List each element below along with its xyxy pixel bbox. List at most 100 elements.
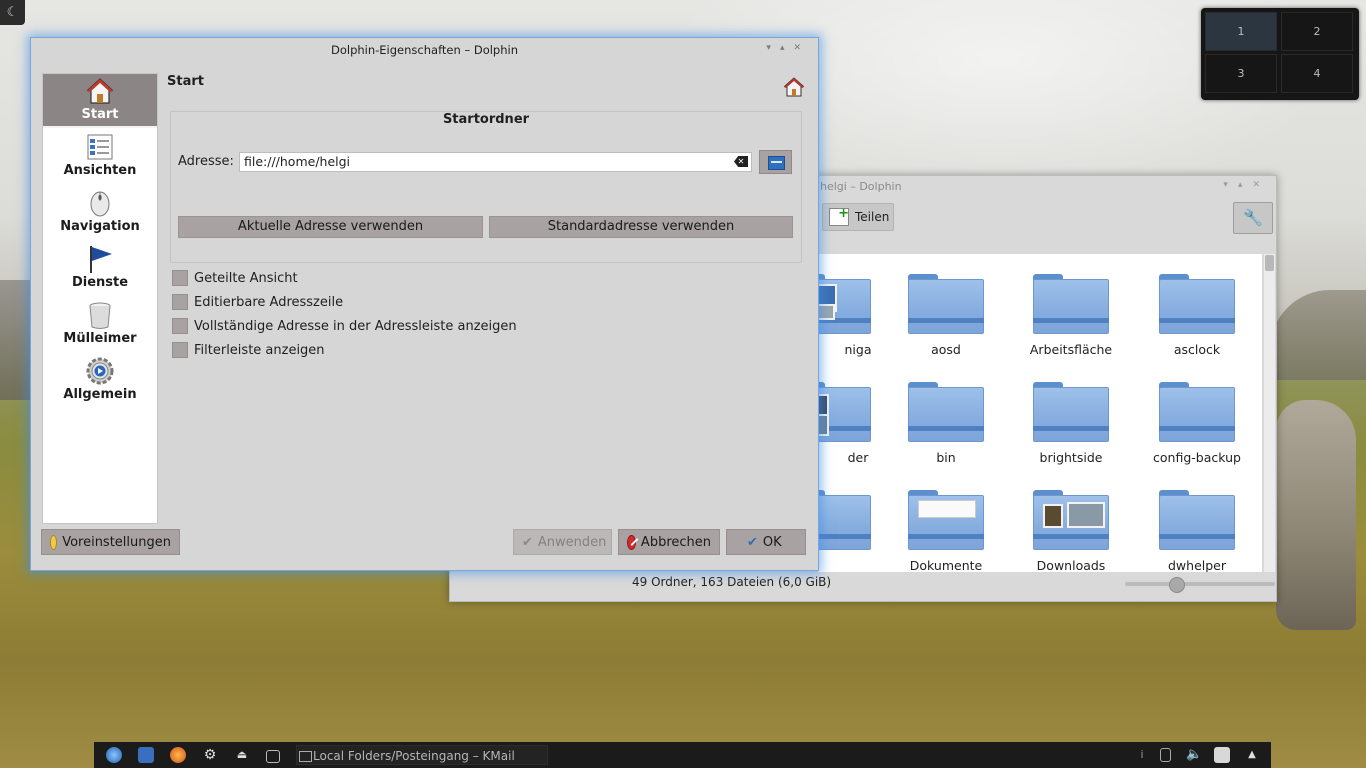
properties-dialog: Dolphin-Eigenschaften – Dolphin ▾▴✕ Star…: [30, 37, 819, 571]
desktop-pager: 1 2 3 4: [1201, 8, 1359, 100]
file-manager-icon[interactable]: [138, 747, 154, 763]
filter-bar-checkbox[interactable]: Filterleiste anzeigen: [172, 340, 325, 360]
folder-item[interactable]: dwhelper: [1137, 490, 1257, 572]
folder-item[interactable]: asclock: [1137, 274, 1257, 357]
firefox-icon[interactable]: [170, 747, 186, 763]
browser-icon[interactable]: [106, 747, 122, 763]
folder-icon: [1033, 490, 1109, 550]
sidebar-item-ansichten[interactable]: Ansichten: [43, 130, 157, 180]
folder-icon: [1159, 382, 1235, 442]
wrench-icon: 🔧: [1243, 208, 1263, 227]
window-icon: [299, 751, 312, 762]
mouse-icon: [90, 191, 110, 217]
check-icon: ✔: [522, 534, 533, 550]
folder-icon: [768, 156, 785, 170]
file-view-scrollbar[interactable]: [1264, 254, 1275, 572]
home-icon: [783, 77, 805, 97]
checkbox[interactable]: [172, 294, 188, 310]
pager-desktop-3[interactable]: 3: [1205, 54, 1277, 93]
checkbox[interactable]: [172, 270, 188, 286]
full-path-checkbox[interactable]: Vollständige Adresse in der Adressleiste…: [172, 316, 517, 336]
folder-icon: [908, 490, 984, 550]
check-icon: ✔: [747, 534, 758, 550]
browse-folder-button[interactable]: [759, 150, 792, 174]
apply-button[interactable]: ✔ Anwenden: [513, 529, 612, 555]
editable-location-checkbox[interactable]: Editierbare Adresszeile: [172, 292, 343, 312]
folder-icon: [818, 382, 871, 442]
dolphin-window-controls[interactable]: ▾▴✕: [1223, 180, 1270, 190]
wallpaper-hill-right: [1270, 290, 1366, 380]
taskbar: ⚙ ⏏ Local Folders/Posteingang – KMail i …: [94, 742, 1271, 768]
status-bar-text: 49 Ordner, 163 Dateien (6,0 GiB): [632, 575, 832, 589]
trash-icon: [89, 302, 111, 329]
wallpaper-standing-stone: [1276, 400, 1356, 630]
control-menu-button[interactable]: 🔧: [1233, 202, 1273, 234]
file-view[interactable]: niga aosd Arbeitsfläche asclock der bin …: [818, 254, 1262, 572]
folder-item[interactable]: Downloads: [1011, 490, 1131, 572]
folder-item[interactable]: der: [818, 382, 893, 465]
use-current-address-button[interactable]: Aktuelle Adresse verwenden: [178, 216, 483, 238]
checkbox[interactable]: [172, 318, 188, 334]
folder-icon: [908, 382, 984, 442]
sidebar-item-start[interactable]: Start: [43, 74, 157, 128]
folder-item[interactable]: bin: [886, 382, 1006, 465]
folder-icon: [1159, 490, 1235, 550]
reset-icon: [50, 534, 58, 550]
dialog-window-controls[interactable]: ▾▴✕: [766, 43, 810, 53]
zoom-slider-handle[interactable]: [1169, 577, 1185, 593]
folder-item[interactable]: Dokumente: [886, 490, 1006, 572]
info-icon[interactable]: i: [1134, 747, 1150, 763]
folder-icon: [1033, 382, 1109, 442]
folder-icon: [908, 274, 984, 334]
zoom-slider[interactable]: [1125, 577, 1275, 593]
pager-desktop-2[interactable]: 2: [1281, 12, 1353, 51]
checkbox[interactable]: [172, 342, 188, 358]
cancel-button[interactable]: Abbrechen: [618, 529, 720, 555]
share-icon: [829, 206, 849, 226]
use-default-address-button[interactable]: Standardadresse verwenden: [489, 216, 793, 238]
folder-item[interactable]: aosd: [886, 274, 1006, 357]
device-icon[interactable]: [1160, 748, 1171, 762]
eject-icon[interactable]: ⏏: [234, 747, 250, 763]
cancel-icon: [627, 534, 636, 550]
share-button[interactable]: Teilen: [822, 203, 894, 231]
tray-expand-icon[interactable]: ▲: [1244, 747, 1260, 763]
plasma-menu-icon[interactable]: ☾: [0, 0, 25, 25]
clear-icon[interactable]: ✕: [734, 156, 748, 167]
volume-icon[interactable]: 🔈: [1186, 747, 1202, 763]
gear-icon: [86, 357, 114, 385]
home-icon: [86, 78, 114, 104]
folder-icon: [818, 274, 871, 334]
group-title: Startordner: [442, 112, 530, 127]
settings-sidebar: Start Ansichten Navigation Dienste Mülle…: [42, 73, 158, 524]
address-input[interactable]: file:///home/helgi ✕: [239, 152, 752, 172]
ok-button[interactable]: ✔ OK: [726, 529, 806, 555]
folder-item[interactable]: config-backup: [1137, 382, 1257, 465]
scrollbar-thumb[interactable]: [1265, 255, 1274, 271]
folder-icon: [818, 490, 871, 550]
sidebar-item-muelleimer[interactable]: Mülleimer: [43, 298, 157, 348]
taskbar-task-kmail[interactable]: Local Folders/Posteingang – KMail: [296, 745, 548, 765]
page-title: Start: [167, 74, 204, 89]
folder-icon: [1033, 274, 1109, 334]
folder-item[interactable]: [818, 490, 893, 558]
sidebar-item-dienste[interactable]: Dienste: [43, 242, 157, 292]
sidebar-item-navigation[interactable]: Navigation: [43, 186, 157, 236]
address-label: Adresse:: [178, 154, 234, 169]
pager-desktop-1[interactable]: 1: [1205, 12, 1277, 51]
settings-icon[interactable]: ⚙: [202, 747, 218, 763]
folder-item[interactable]: brightside: [1011, 382, 1131, 465]
terminal-icon[interactable]: [266, 750, 280, 763]
folder-item[interactable]: niga: [818, 274, 893, 357]
pager-desktop-4[interactable]: 4: [1281, 54, 1353, 93]
sidebar-item-allgemein[interactable]: Allgemein: [43, 354, 157, 404]
clipboard-icon[interactable]: [1214, 747, 1230, 763]
split-view-checkbox[interactable]: Geteilte Ansicht: [172, 268, 298, 288]
views-icon: [87, 134, 113, 160]
folder-item[interactable]: Arbeitsfläche: [1011, 274, 1131, 357]
startordner-group: Startordner Adresse: file:///home/helgi …: [170, 111, 802, 263]
flag-icon: [90, 246, 112, 273]
folder-icon: [1159, 274, 1235, 334]
dialog-titlebar[interactable]: Dolphin-Eigenschaften – Dolphin: [31, 38, 818, 62]
defaults-button[interactable]: Voreinstellungen: [41, 529, 180, 555]
